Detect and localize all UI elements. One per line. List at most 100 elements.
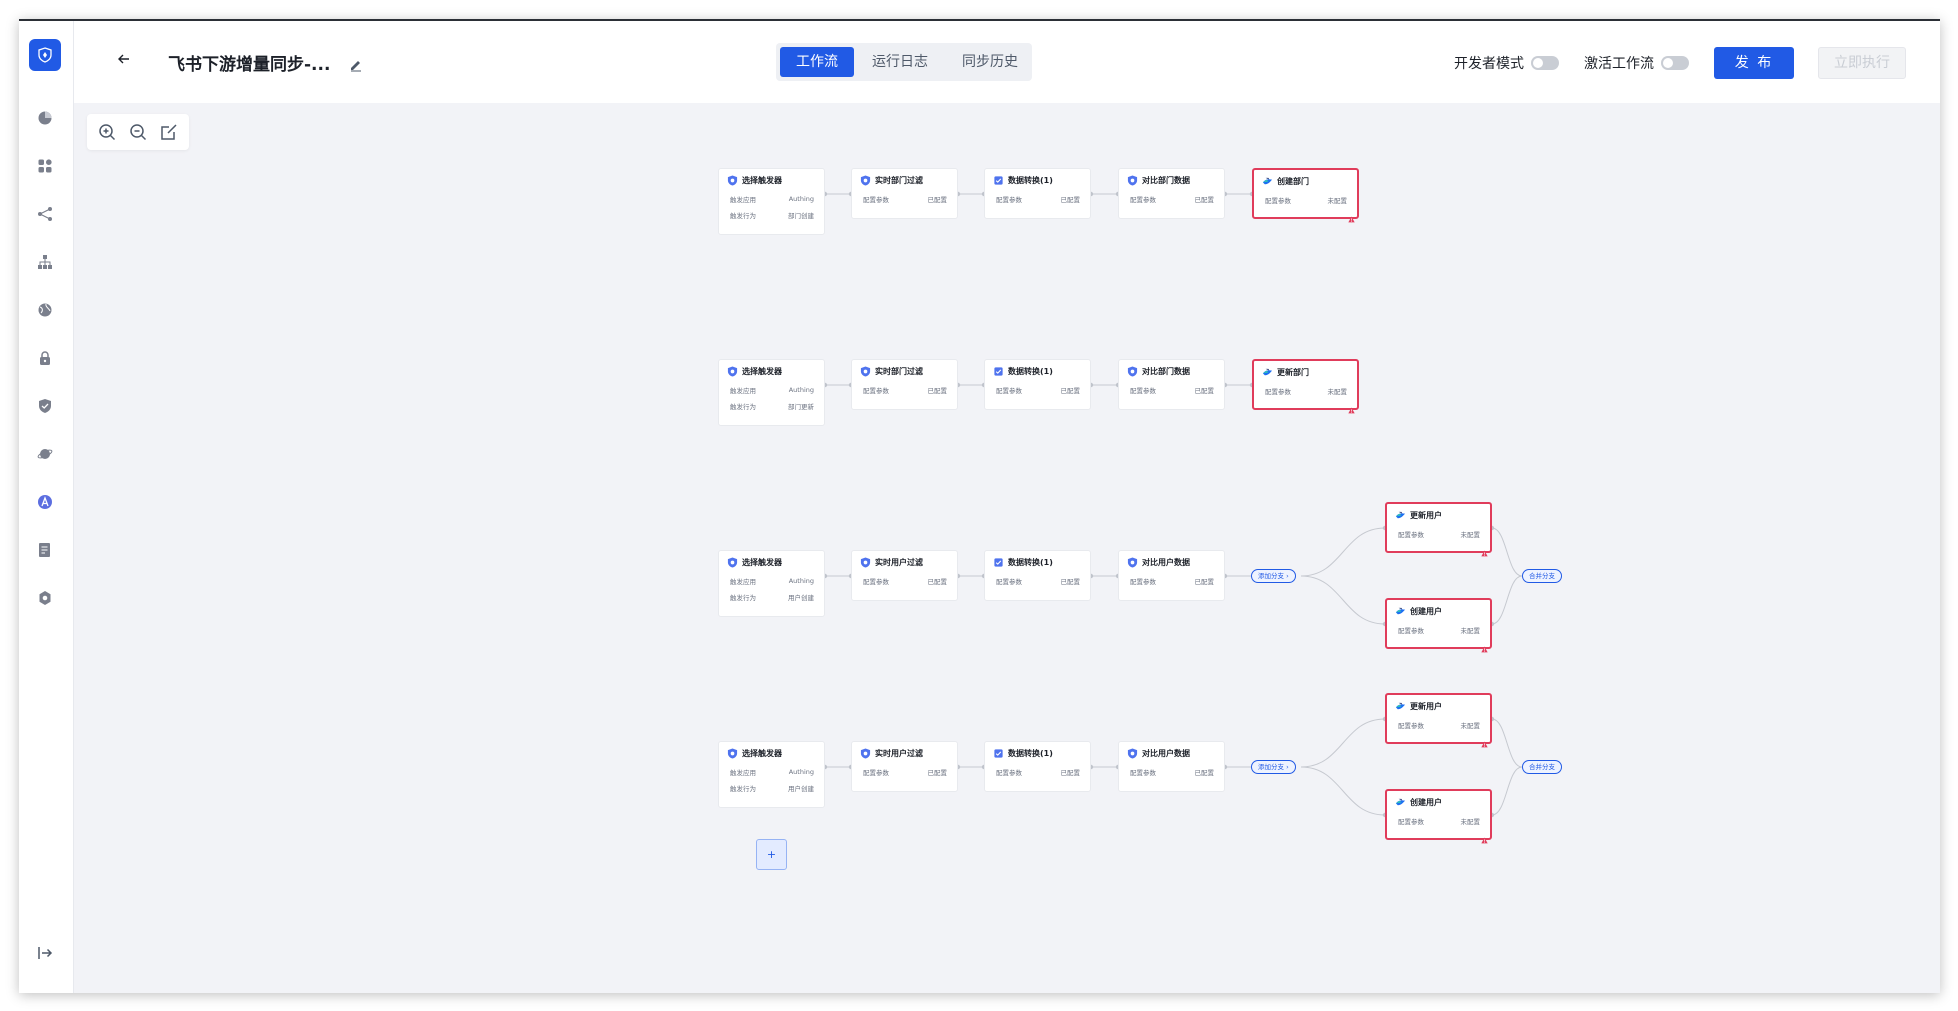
shield-check-icon[interactable] <box>37 398 53 414</box>
workflow-node[interactable]: 对比部门数据 配置参数 已配置 <box>1118 168 1225 219</box>
node-title: 对比部门数据 <box>1142 175 1190 185</box>
node-param-value: Authing <box>788 577 814 585</box>
node-param-row: 配置参数 已配置 <box>1119 764 1224 780</box>
font-a-icon[interactable] <box>37 494 53 510</box>
workflow-node[interactable]: 更新部门 配置参数 未配置 <box>1252 359 1359 414</box>
workflow-node[interactable]: 创建用户 配置参数 未配置 <box>1385 789 1492 844</box>
workflow-node[interactable]: 数据转换(1) 配置参数 已配置 <box>984 168 1091 219</box>
workflow-node[interactable]: 对比用户数据 配置参数 已配置 <box>1118 741 1225 792</box>
workflow-node[interactable]: 实时用户过滤 配置参数 已配置 <box>851 550 958 601</box>
document-icon[interactable] <box>37 542 53 558</box>
zoom-in-icon[interactable] <box>98 123 116 141</box>
shield-icon <box>727 365 738 377</box>
shield-icon <box>860 556 871 568</box>
node-param-key: 配置参数 <box>996 387 1022 395</box>
node-param-row: 配置参数 未配置 <box>1254 383 1357 399</box>
workflow-node[interactable]: 数据转换(1) 配置参数 已配置 <box>984 741 1091 792</box>
run-now-button[interactable]: 立即执行 <box>1818 47 1906 79</box>
node-param-key: 配置参数 <box>1398 818 1424 826</box>
warning-icon <box>1348 208 1355 223</box>
collapse-sidebar-icon[interactable] <box>37 945 53 961</box>
workflow-node[interactable]: 更新用户 配置参数 未配置 <box>1385 502 1492 557</box>
node-param-row: 配置参数 未配置 <box>1387 717 1490 733</box>
node-title: 选择触发器 <box>742 175 782 185</box>
node-param-key: 配置参数 <box>1265 197 1291 205</box>
node-param-key: 触发行为 <box>730 785 756 793</box>
node-param-row: 配置参数 已配置 <box>1119 573 1224 589</box>
add-branch-button[interactable]: 添加分支 › <box>1251 569 1296 583</box>
settings-icon[interactable] <box>37 590 53 606</box>
node-header: 实时部门过滤 <box>852 360 957 382</box>
workflow-node[interactable]: 创建用户 配置参数 未配置 <box>1385 598 1492 653</box>
workflow-node[interactable]: 选择触发器 触发应用 Authing 触发行为 部门更新 <box>718 359 825 426</box>
app-logo[interactable] <box>29 39 61 71</box>
activate-workflow-toggle[interactable] <box>1661 56 1689 70</box>
globe-icon[interactable] <box>37 302 53 318</box>
back-arrow-icon[interactable] <box>116 51 132 67</box>
workflow-node[interactable]: 对比用户数据 配置参数 已配置 <box>1118 550 1225 601</box>
dev-mode-toggle[interactable] <box>1531 56 1559 70</box>
workflow-node[interactable]: 创建部门 配置参数 未配置 <box>1252 168 1359 223</box>
tab-sync-history[interactable]: 同步历史 <box>946 47 1034 77</box>
feishu-icon <box>1262 367 1273 378</box>
node-param-row: 配置参数 已配置 <box>852 382 957 398</box>
add-branch-button[interactable]: 添加分支 › <box>1251 760 1296 774</box>
node-param-value: Authing <box>788 195 814 203</box>
node-title: 数据转换(1) <box>1008 557 1053 567</box>
fit-view-icon[interactable] <box>160 123 178 141</box>
org-icon[interactable] <box>37 254 53 270</box>
shield-icon <box>727 174 738 186</box>
node-param-value: Authing <box>788 768 814 776</box>
edit-title-icon[interactable] <box>349 57 363 72</box>
workflow-node[interactable]: 实时用户过滤 配置参数 已配置 <box>851 741 958 792</box>
node-title: 创建用户 <box>1410 606 1442 616</box>
dashboard-icon[interactable] <box>37 110 53 126</box>
node-title: 实时部门过滤 <box>875 175 923 185</box>
planet-icon[interactable] <box>37 446 53 462</box>
node-param-key: 配置参数 <box>996 196 1022 204</box>
workflow-node[interactable]: 数据转换(1) 配置参数 已配置 <box>984 550 1091 601</box>
workflow-node[interactable]: 数据转换(1) 配置参数 已配置 <box>984 359 1091 410</box>
transform-icon <box>993 748 1004 759</box>
node-param-value: 已配置 <box>1060 387 1081 395</box>
node-param-row: 配置参数 已配置 <box>985 573 1090 589</box>
workflow-node[interactable]: 选择触发器 触发应用 Authing 触发行为 部门创建 <box>718 168 825 235</box>
workflow-node[interactable]: 实时部门过滤 配置参数 已配置 <box>851 168 958 219</box>
node-param-key: 配置参数 <box>1130 196 1156 204</box>
node-param-row: 触发应用 Authing <box>719 191 824 207</box>
lock-icon[interactable] <box>37 350 53 366</box>
workflow-node[interactable]: 选择触发器 触发应用 Authing 触发行为 用户创建 <box>718 550 825 617</box>
tab-run-logs[interactable]: 运行日志 <box>856 47 944 77</box>
node-param-key: 配置参数 <box>1398 722 1424 730</box>
node-param-key: 配置参数 <box>996 578 1022 586</box>
workflow-canvas[interactable]: + 选择触发器 触发应用 Authing 触发行为 部门创建 实时部门过滤 配置参数 已配置数… <box>74 103 1940 993</box>
apps-icon[interactable] <box>37 158 53 174</box>
node-param-key: 配置参数 <box>863 769 889 777</box>
node-param-key: 触发应用 <box>730 387 756 395</box>
node-param-key: 触发行为 <box>730 594 756 602</box>
warning-icon <box>1481 638 1488 653</box>
connection-curve <box>1491 718 1523 768</box>
workflow-node[interactable]: 选择触发器 触发应用 Authing 触发行为 用户创建 <box>718 741 825 808</box>
node-param-key: 配置参数 <box>1130 387 1156 395</box>
workflow-node[interactable]: 实时部门过滤 配置参数 已配置 <box>851 359 958 410</box>
warning-icon <box>1348 399 1355 414</box>
node-param-row: 配置参数 未配置 <box>1254 192 1357 208</box>
node-param-value: 部门更新 <box>788 403 814 411</box>
workflow-node[interactable]: 更新用户 配置参数 未配置 <box>1385 693 1492 748</box>
merge-branch-button[interactable]: 合并分支 <box>1522 569 1562 583</box>
publish-button[interactable]: 发 布 <box>1714 47 1794 79</box>
zoom-out-icon[interactable] <box>129 123 147 141</box>
add-workflow-button[interactable]: + <box>756 839 787 870</box>
connection-curve <box>1491 766 1523 816</box>
node-title: 数据转换(1) <box>1008 366 1053 376</box>
merge-branch-button[interactable]: 合并分支 <box>1522 760 1562 774</box>
tab-workflow[interactable]: 工作流 <box>780 47 854 77</box>
tab-bar: 工作流 运行日志 同步历史 <box>776 43 1032 81</box>
share-icon[interactable] <box>37 206 53 222</box>
workflow-node[interactable]: 对比部门数据 配置参数 已配置 <box>1118 359 1225 410</box>
node-param-value: 已配置 <box>927 196 948 204</box>
node-param-value: 未配置 <box>1460 531 1481 539</box>
connection-curve <box>1300 527 1386 577</box>
connection-curve <box>1300 575 1386 625</box>
